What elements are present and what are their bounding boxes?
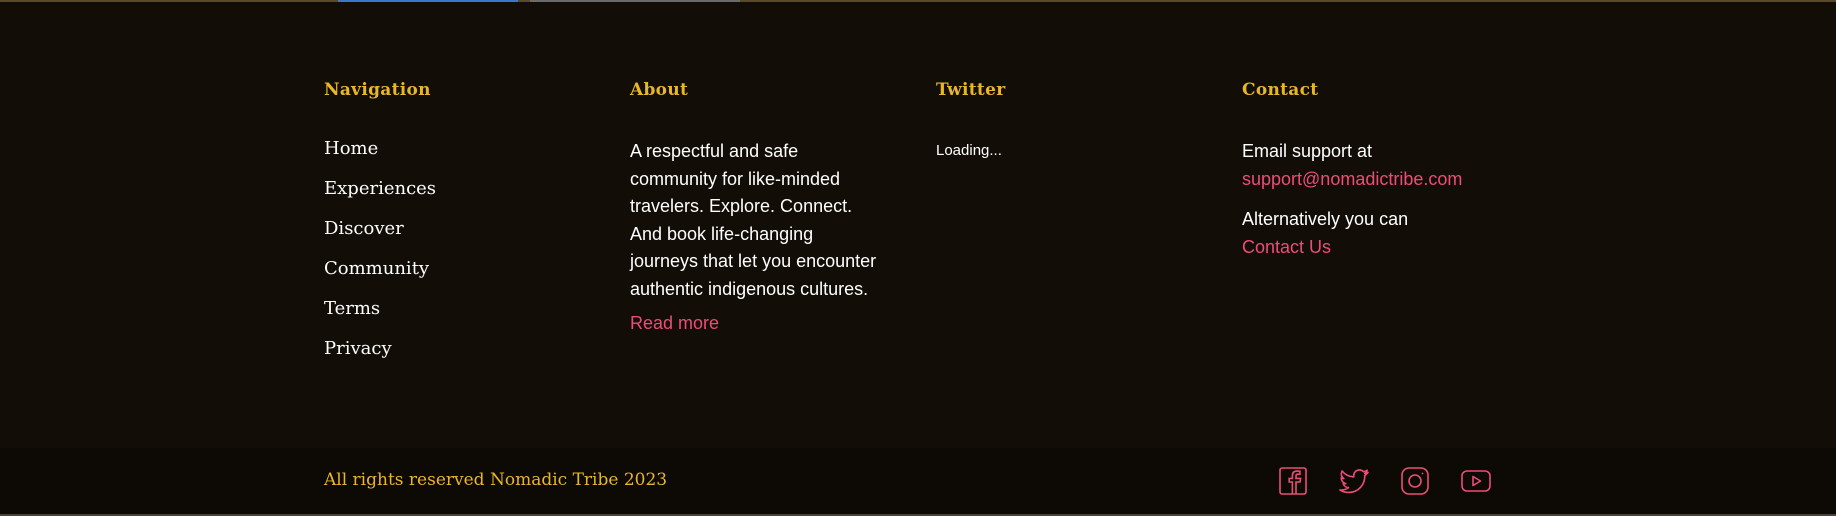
list-item: Experiences [324,178,604,199]
nav-link-home[interactable]: Home [324,138,378,159]
footer-navigation-column: Navigation Home Experiences Discover Com… [324,80,604,378]
navigation-heading: Navigation [324,80,431,100]
youtube-link[interactable] [1459,464,1493,498]
footer-about-column: About A respectful and safe community fo… [630,80,900,334]
contact-us-block: Alternatively you can Contact Us [1242,206,1562,258]
email-support-block: Email support at support@nomadictribe.co… [1242,138,1562,190]
list-item: Home [324,138,604,159]
footer-bottom-bar: All rights reserved Nomadic Tribe 2023 [0,448,1836,514]
instagram-link[interactable] [1398,464,1432,498]
footer: Navigation Home Experiences Discover Com… [0,2,1836,448]
nav-link-community[interactable]: Community [324,258,429,279]
copyright-text: All rights reserved Nomadic Tribe 2023 [324,470,668,490]
navigation-list: Home Experiences Discover Community Term… [324,138,604,359]
contact-us-link[interactable]: Contact Us [1242,237,1331,258]
list-item: Terms [324,298,604,319]
nav-link-privacy[interactable]: Privacy [324,338,392,359]
footer-contact-column: Contact Email support at support@nomadic… [1242,80,1562,274]
youtube-icon [1461,470,1491,492]
nav-link-experiences[interactable]: Experiences [324,178,436,199]
twitter-icon [1339,469,1369,494]
read-more-link[interactable]: Read more [630,313,719,334]
list-item: Discover [324,218,604,239]
alternative-contact-intro: Alternatively you can [1242,209,1409,229]
facebook-icon [1279,467,1307,495]
about-description: A respectful and safe community for like… [630,141,877,299]
social-links [1276,464,1520,498]
list-item: Privacy [324,338,604,359]
facebook-link[interactable] [1276,464,1310,498]
instagram-icon [1401,467,1429,495]
nav-link-terms[interactable]: Terms [324,298,380,319]
nav-link-discover[interactable]: Discover [324,218,404,239]
footer-twitter-column: Twitter Loading... [936,80,1206,163]
about-heading: About [630,80,689,100]
contact-heading: Contact [1242,80,1319,100]
list-item: Community [324,258,604,279]
twitter-feed-status: Loading... [936,142,1002,159]
twitter-link[interactable] [1337,464,1371,498]
twitter-heading: Twitter [936,80,1006,100]
email-support-intro: Email support at [1242,141,1373,161]
support-email-link[interactable]: support@nomadictribe.com [1242,169,1462,190]
